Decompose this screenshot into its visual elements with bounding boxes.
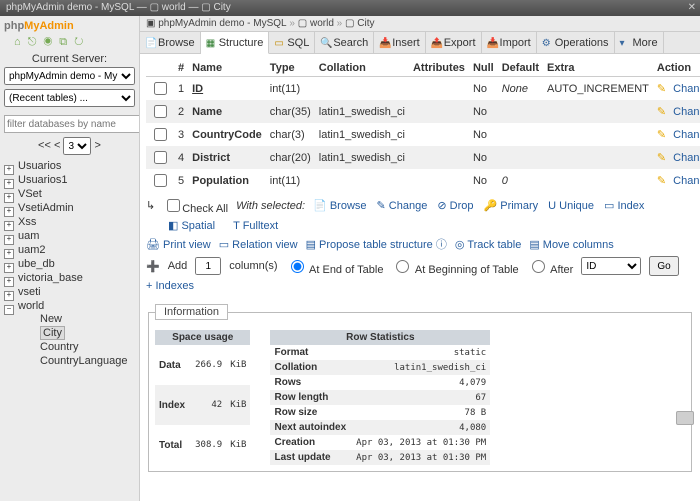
- relation-view[interactable]: ▭ Relation view: [219, 238, 298, 251]
- corner-handle-icon[interactable]: [676, 411, 694, 425]
- content: ▣ phpMyAdmin demo - MySQL » ▢ world » ▢ …: [140, 16, 700, 501]
- tree-node[interactable]: uam2: [4, 243, 135, 257]
- table-row: 5Populationint(11)No0✎ Change⊘ Drop▾ Mor…: [146, 169, 700, 192]
- row-check[interactable]: [154, 128, 167, 141]
- change-link[interactable]: ✎ Change: [657, 175, 700, 187]
- tab-operations[interactable]: ⚙Operations: [537, 32, 615, 53]
- row-check[interactable]: [154, 82, 167, 95]
- titlebar: phpMyAdmin demo - MySQL — ▢ world — ▢ Ci…: [0, 0, 700, 16]
- links-row: 🖨 Print view ▭ Relation view ▤ Propose t…: [146, 236, 694, 252]
- track-table[interactable]: ◎ Track table: [455, 238, 521, 251]
- tab-search[interactable]: 🔍Search: [315, 32, 374, 53]
- add-column-row: ➕Add column(s) At End of Table At Beginn…: [146, 256, 694, 276]
- change-link[interactable]: ✎ Change: [657, 152, 700, 164]
- tab-more[interactable]: ▾More: [615, 32, 664, 53]
- space-table: Space usage Data266.9KiBIndex42KiBTotal3…: [155, 330, 250, 465]
- tree-node[interactable]: Usuarios: [4, 159, 135, 173]
- tab-insert[interactable]: 📥Insert: [374, 32, 426, 53]
- filter-input[interactable]: [4, 115, 140, 133]
- table-row: 1IDint(11)NoNoneAUTO_INCREMENT✎ Change⊘ …: [146, 77, 700, 101]
- move-columns[interactable]: ▤ Move columns: [529, 238, 613, 251]
- check-all[interactable]: [167, 199, 180, 212]
- sel-fulltext[interactable]: T Fulltext: [233, 220, 278, 232]
- sel-drop[interactable]: ⊘ Drop: [437, 200, 473, 212]
- info-legend: Information: [155, 304, 228, 320]
- change-link[interactable]: ✎ Change: [657, 106, 700, 118]
- change-link[interactable]: ✎ Change: [657, 129, 700, 141]
- th-extra: Extra: [543, 60, 653, 77]
- sel-unique[interactable]: U Unique: [548, 200, 594, 212]
- tab-structure[interactable]: ▦Structure: [201, 32, 270, 54]
- tree-node[interactable]: Usuarios1: [4, 173, 135, 187]
- selection-toolbar: ↳ Check All With selected: 📄 Browse✎ Cha…: [146, 196, 694, 215]
- row-check[interactable]: [154, 174, 167, 187]
- th-type: Type: [266, 60, 315, 77]
- tab-import[interactable]: 📥Import: [482, 32, 537, 53]
- tree-node[interactable]: vseti: [4, 285, 135, 299]
- tree-node[interactable]: worldNewCityCountryCountryLanguage: [4, 299, 135, 369]
- sel-browse[interactable]: 📄 Browse: [313, 200, 366, 212]
- th-attr: Attributes: [409, 60, 469, 77]
- tab-sql[interactable]: ▭SQL: [269, 32, 315, 53]
- tab-export[interactable]: 📤Export: [426, 32, 482, 53]
- sel-spatial[interactable]: ◧ Spatial: [168, 219, 215, 232]
- sel-index[interactable]: ▭ Index: [604, 200, 644, 212]
- tree-node[interactable]: New: [28, 312, 135, 326]
- tree-node[interactable]: uam: [4, 229, 135, 243]
- server-label: Current Server:: [4, 53, 135, 65]
- server-select[interactable]: phpMyAdmin demo - My: [4, 67, 135, 85]
- recent-select[interactable]: (Recent tables) ...: [4, 89, 135, 107]
- go-button[interactable]: Go: [649, 256, 678, 276]
- window-title: phpMyAdmin demo - MySQL — ▢ world — ▢ Ci…: [6, 2, 231, 13]
- print-view[interactable]: 🖨 Print view: [146, 238, 211, 251]
- indexes-toggle[interactable]: + Indexes: [146, 280, 694, 292]
- change-link[interactable]: ✎ Change: [657, 83, 700, 95]
- sel-primary[interactable]: 🔑 Primary: [483, 200, 538, 212]
- tree-node[interactable]: Xss: [4, 215, 135, 229]
- info-fieldset: Information Space usage Data266.9KiBInde…: [148, 304, 692, 472]
- row-check[interactable]: [154, 151, 167, 164]
- tree-node[interactable]: City: [28, 326, 135, 340]
- tree-node[interactable]: ube_db: [4, 257, 135, 271]
- tree-node[interactable]: CountryLanguage: [28, 354, 135, 368]
- tree-node[interactable]: VSet: [4, 187, 135, 201]
- row-check[interactable]: [154, 105, 167, 118]
- close-icon[interactable]: ✕: [688, 0, 696, 16]
- tree-pager[interactable]: << < 3 >: [4, 137, 135, 155]
- tree-node[interactable]: VsetiAdmin: [4, 201, 135, 215]
- table-row: 2Namechar(35)latin1_swedish_ciNo✎ Change…: [146, 100, 700, 123]
- th-num: #: [174, 60, 188, 77]
- table-row: 4Districtchar(20)latin1_swedish_ciNo✎ Ch…: [146, 146, 700, 169]
- tab-browse[interactable]: 📄Browse: [140, 32, 201, 53]
- sidebar-toolbar[interactable]: ⌂ ⎋ ◉ ⧉ ↻: [14, 36, 135, 49]
- breadcrumb: ▣ phpMyAdmin demo - MySQL » ▢ world » ▢ …: [140, 16, 700, 32]
- tree-node[interactable]: victoria_base: [4, 271, 135, 285]
- sidebar: phpMyAdmin ⌂ ⎋ ◉ ⧉ ↻ Current Server: php…: [0, 16, 140, 501]
- tree-node[interactable]: Country: [28, 340, 135, 354]
- after-field-select[interactable]: ID: [581, 257, 641, 275]
- th-name: Name: [188, 60, 266, 77]
- table-row: 3CountryCodechar(3)latin1_swedish_ciNo✎ …: [146, 123, 700, 146]
- add-qty-input[interactable]: [195, 257, 221, 275]
- stats-table: Row Statistics FormatstaticCollationlati…: [270, 330, 490, 465]
- sel-change[interactable]: ✎ Change: [377, 200, 428, 212]
- columns-table: # Name Type Collation Attributes Null De…: [146, 60, 700, 192]
- db-tree: UsuariosUsuarios1VSetVsetiAdminXssuamuam…: [4, 159, 135, 369]
- propose-structure[interactable]: ▤ Propose table structure ⓘ: [306, 236, 447, 252]
- th-action: Action: [653, 60, 700, 77]
- th-coll: Collation: [315, 60, 409, 77]
- logo: phpMyAdmin: [4, 20, 135, 32]
- tabs: 📄Browse▦Structure▭SQL🔍Search📥Insert📤Expo…: [140, 32, 700, 54]
- th-default: Default: [498, 60, 543, 77]
- th-null: Null: [469, 60, 498, 77]
